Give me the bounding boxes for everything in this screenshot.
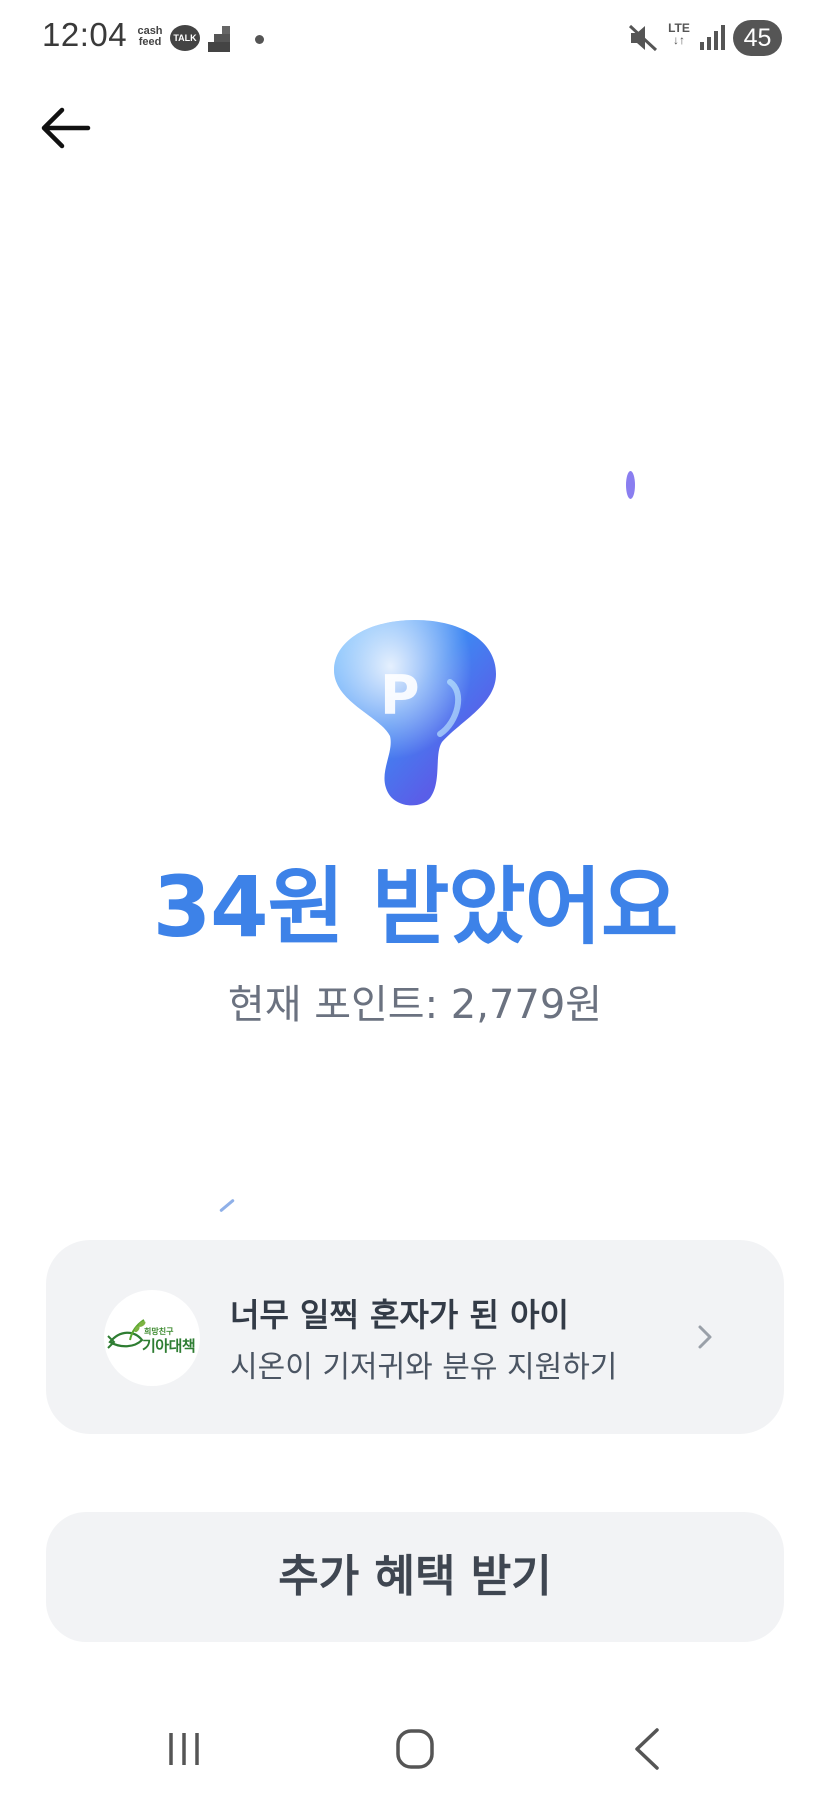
status-bar: 12:04 cash feed TALK LTE ↓↑ 45 (0, 0, 830, 78)
donation-description: 시온이 기저귀와 분유 지원하기 (230, 1350, 618, 1385)
battery-icon: 45 (733, 20, 782, 56)
nav-bar (0, 1700, 830, 1798)
reward-title: 34원 받았어요 (152, 858, 679, 956)
kakaotalk-icon: TALK (170, 25, 200, 51)
donation-card[interactable]: 희망친구 기아대책 너무 일찍 혼자가 된 아이 시온이 기저귀와 분유 지원하… (46, 1240, 784, 1434)
mute-icon (628, 24, 658, 52)
kfhi-logo: 희망친구 기아대책 (104, 1290, 200, 1386)
logo-name: 기아대책 (142, 1337, 196, 1355)
arrow-left-icon (41, 107, 91, 149)
lte-icon: LTE ↓↑ (668, 21, 690, 47)
status-time: 12:04 (42, 16, 128, 53)
lte-label: LTE (668, 21, 690, 35)
back-button[interactable] (32, 95, 98, 161)
home-button[interactable] (382, 1716, 448, 1782)
nav-back-button[interactable] (615, 1716, 681, 1782)
signal-icon (700, 25, 725, 50)
extra-benefit-button[interactable]: 추가 혜택 받기 (46, 1512, 784, 1642)
cashfeed-icon: cash feed (137, 25, 163, 48)
recent-apps-button[interactable] (151, 1716, 217, 1782)
home-icon (396, 1729, 434, 1769)
back-icon (635, 1728, 659, 1770)
donation-title: 너무 일찍 혼자가 된 아이 (230, 1296, 569, 1334)
notification-dot-icon (255, 35, 264, 44)
svg-text:P: P (380, 664, 420, 727)
chevron-right-icon (698, 1325, 712, 1349)
point-balloon-icon: P (334, 620, 496, 806)
confetti-piece (219, 1198, 235, 1213)
confetti-piece (626, 471, 635, 499)
current-points: 현재 포인트: 2,779원 (227, 982, 603, 1028)
steps-icon (208, 26, 230, 52)
recent-apps-icon (169, 1733, 199, 1765)
